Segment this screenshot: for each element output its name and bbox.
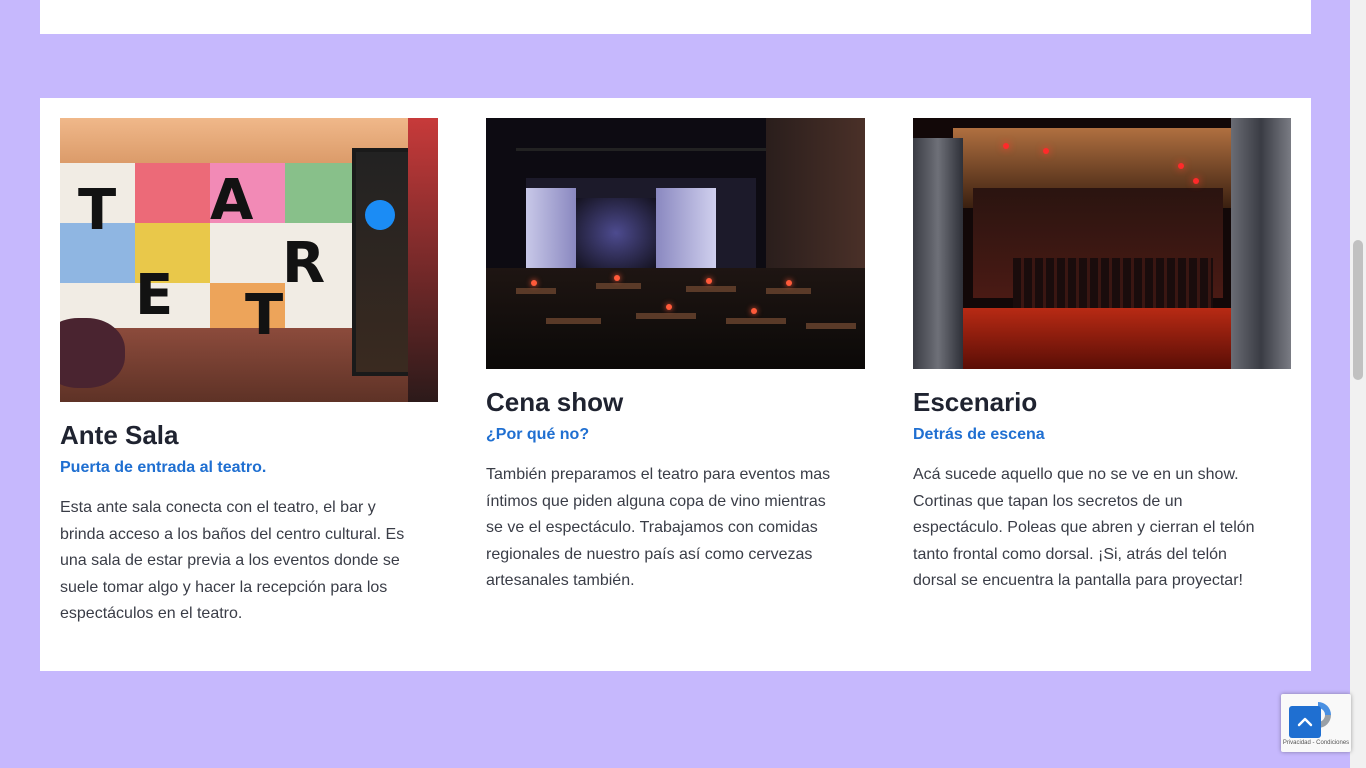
teatro-letter: E: [135, 263, 174, 328]
escenario-photo: [913, 118, 1291, 369]
card-description: Acá sucede aquello que no se ve en un sh…: [913, 466, 1255, 590]
ante-sala-photo: T E A T R O: [60, 118, 438, 402]
scrollbar-thumb[interactable]: [1353, 240, 1363, 380]
teatro-letter: T: [78, 178, 117, 243]
card-description: También preparamos el teatro para evento…: [486, 466, 831, 590]
back-to-top-button[interactable]: [1289, 706, 1321, 738]
features-panel: T E A T R O Ante Sala Puerta de entrada …: [40, 98, 1311, 671]
recaptcha-label[interactable]: Privacidad - Condiciones: [1281, 740, 1351, 746]
card-cena-show: Cena show ¿Por qué no? También preparamo…: [486, 118, 865, 595]
chevron-up-icon: [1297, 717, 1313, 727]
page-scrollbar[interactable]: [1350, 0, 1366, 768]
top-panel: [40, 0, 1311, 34]
card-title: Ante Sala: [60, 420, 179, 450]
card-subtitle: ¿Por qué no?: [486, 426, 590, 443]
card-ante-sala: T E A T R O Ante Sala Puerta de entrada …: [60, 118, 438, 628]
card-description: Esta ante sala conecta con el teatro, el…: [60, 499, 405, 623]
card-title: Escenario: [913, 387, 1038, 417]
card-subtitle: Puerta de entrada al teatro.: [60, 459, 267, 476]
card-title: Cena show: [486, 387, 624, 417]
teatro-letter: R: [282, 231, 326, 296]
card-subtitle: Detrás de escena: [913, 426, 1045, 443]
card-escenario: Escenario Detrás de escena Acá sucede aq…: [913, 118, 1291, 595]
cena-show-photo: [486, 118, 865, 369]
teatro-letter: A: [210, 168, 254, 233]
teatro-letter: T: [245, 283, 284, 348]
